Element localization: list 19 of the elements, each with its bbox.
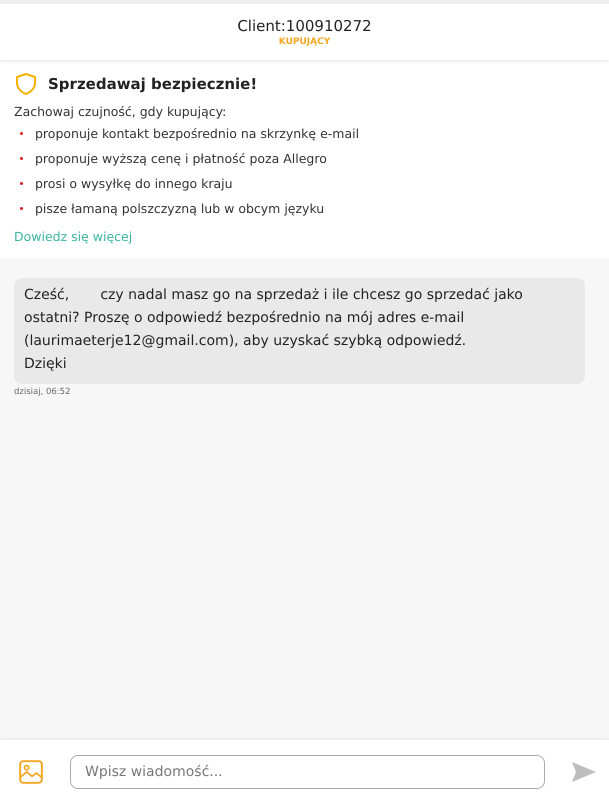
- bullet-icon: [20, 182, 23, 185]
- warning-item: proponuje kontakt bezpośrednio na skrzynkę e-mail: [35, 126, 360, 141]
- image-icon[interactable]: [18, 758, 44, 784]
- send-button[interactable]: [571, 760, 597, 782]
- chat-title: Client:100910272: [237, 17, 372, 35]
- message-input[interactable]: Wpisz wiadomość...: [70, 754, 545, 788]
- bullet-icon: [20, 207, 23, 210]
- bullet-icon: [20, 157, 23, 160]
- message-time: dzisiaj, 06:52: [14, 387, 72, 397]
- warning-item: pisze łamaną polszczyzną lub w obcym języku: [35, 201, 324, 216]
- message-bubble: Cześć, czy nadal masz go na sprzedaż i ile chcesz go sprzedać jako ostatni? Proszę o odpowiedź bezpośrednio na mój adres e-mail (laurimaeterje12@gmail.com), aby uzyskać szybką odpowiedź. Dzięki: [14, 278, 585, 384]
- safety-title: Sprzedawaj bezpiecznie!: [48, 75, 258, 93]
- bullet-icon: [20, 132, 23, 135]
- safety-intro: Zachowaj czujność, gdy kupujący:: [14, 104, 228, 119]
- shield-icon: [14, 72, 38, 96]
- learn-more-link[interactable]: Dowiedz się więcej: [14, 229, 132, 244]
- warning-item: prosi o wysyłkę do innego kraju: [35, 176, 233, 191]
- warning-item: proponuje wyższą cenę i płatność poza Allegro: [35, 151, 327, 166]
- role-label: KUPUJĄCY: [278, 37, 330, 47]
